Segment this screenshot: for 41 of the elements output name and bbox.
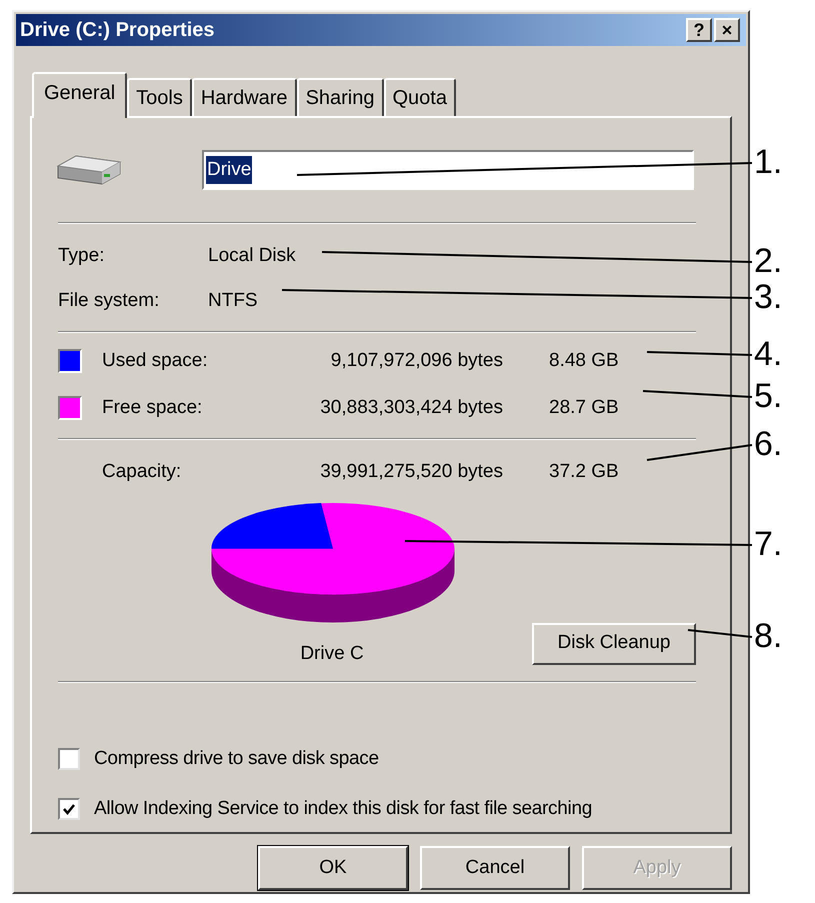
- property-value: Local Disk: [208, 244, 296, 268]
- leader-line: [688, 629, 752, 638]
- callout-number: 6.: [754, 427, 782, 461]
- space-size: 8.48 GB: [548, 349, 620, 373]
- capacity-label: Capacity:: [102, 460, 182, 484]
- callout-number: 3.: [754, 280, 782, 314]
- drive-name-text: Drive: [206, 156, 252, 184]
- property-label: File system:: [58, 288, 160, 312]
- checkbox-label: Compress drive to save disk space: [94, 746, 379, 770]
- checkbox[interactable]: [58, 798, 80, 820]
- callout-number: 4.: [754, 337, 782, 371]
- window-title: Drive (C:) Properties: [20, 18, 216, 43]
- pie-label: Drive C: [300, 642, 364, 666]
- close-button[interactable]: ×: [714, 18, 740, 42]
- capacity-bytes: 39,991,275,520 bytes: [319, 460, 504, 484]
- dialog-button[interactable]: OK: [258, 846, 408, 890]
- callout-number: 1.: [754, 145, 782, 179]
- callout-number: 8.: [754, 619, 782, 653]
- checkbox[interactable]: [58, 748, 80, 770]
- checkbox-label: Allow Indexing Service to index this disk for fast file searching: [94, 797, 592, 821]
- drive-name-field[interactable]: Drive: [202, 150, 694, 190]
- callout-number: 5.: [754, 379, 782, 413]
- callout-number: 2.: [754, 244, 782, 278]
- disk-cleanup-button[interactable]: Disk Cleanup: [532, 622, 696, 664]
- space-bytes: 9,107,972,096 bytes: [330, 349, 504, 373]
- tab[interactable]: Tools: [127, 78, 192, 116]
- tab[interactable]: General: [32, 72, 128, 118]
- callout-number: 7.: [754, 527, 782, 561]
- tab[interactable]: Hardware: [192, 78, 297, 116]
- space-label: Used space:: [102, 349, 209, 373]
- space-size: 28.7 GB: [548, 396, 620, 420]
- tab[interactable]: Quota: [384, 78, 456, 116]
- dialog-button[interactable]: Cancel: [420, 846, 570, 890]
- space-bytes: 30,883,303,424 bytes: [319, 396, 504, 420]
- help-button[interactable]: ?: [686, 18, 712, 42]
- property-value: NTFS: [208, 288, 258, 312]
- capacity-size: 37.2 GB: [548, 460, 620, 484]
- tab[interactable]: Sharing: [296, 78, 384, 116]
- property-label: Type:: [58, 244, 106, 268]
- space-label: Free space:: [102, 396, 204, 420]
- checkmark-icon: [62, 802, 76, 816]
